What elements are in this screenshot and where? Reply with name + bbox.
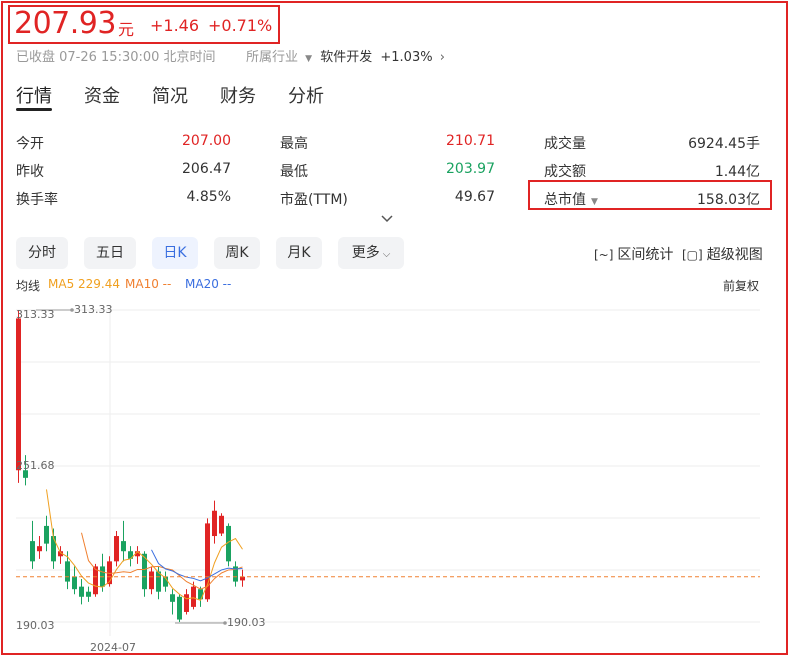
candle-body bbox=[86, 591, 91, 597]
candle-body bbox=[30, 541, 35, 562]
candle-body bbox=[51, 536, 56, 562]
y-tick-bottom: 190.03 bbox=[16, 619, 55, 632]
ma10-line bbox=[81, 532, 243, 590]
candle-body bbox=[114, 536, 119, 562]
candle-body bbox=[149, 571, 154, 590]
candle-body bbox=[72, 576, 77, 590]
candle-body bbox=[191, 586, 196, 607]
candle-body bbox=[212, 510, 217, 537]
candle-body bbox=[16, 318, 21, 471]
candlestick-chart[interactable]: 313.33 190.03 313.33 251.68 190.03 2024-… bbox=[0, 0, 793, 659]
max-price-label: 313.33 bbox=[74, 303, 113, 316]
candle-body bbox=[121, 541, 126, 552]
candle-body bbox=[37, 546, 42, 552]
candle-body bbox=[79, 586, 84, 597]
candle-body bbox=[184, 594, 189, 612]
y-tick-top: 313.33 bbox=[16, 308, 55, 321]
min-price-label: 190.03 bbox=[227, 616, 266, 629]
candle-body bbox=[170, 594, 175, 602]
x-tick-month: 2024-07 bbox=[90, 641, 136, 654]
y-tick-mid: 251.68 bbox=[16, 459, 55, 472]
candle-body bbox=[198, 589, 203, 600]
candle-body bbox=[240, 576, 245, 581]
candle-body bbox=[44, 525, 49, 544]
candle-body bbox=[65, 561, 70, 582]
candle-body bbox=[177, 596, 182, 620]
candle-body bbox=[219, 515, 224, 534]
